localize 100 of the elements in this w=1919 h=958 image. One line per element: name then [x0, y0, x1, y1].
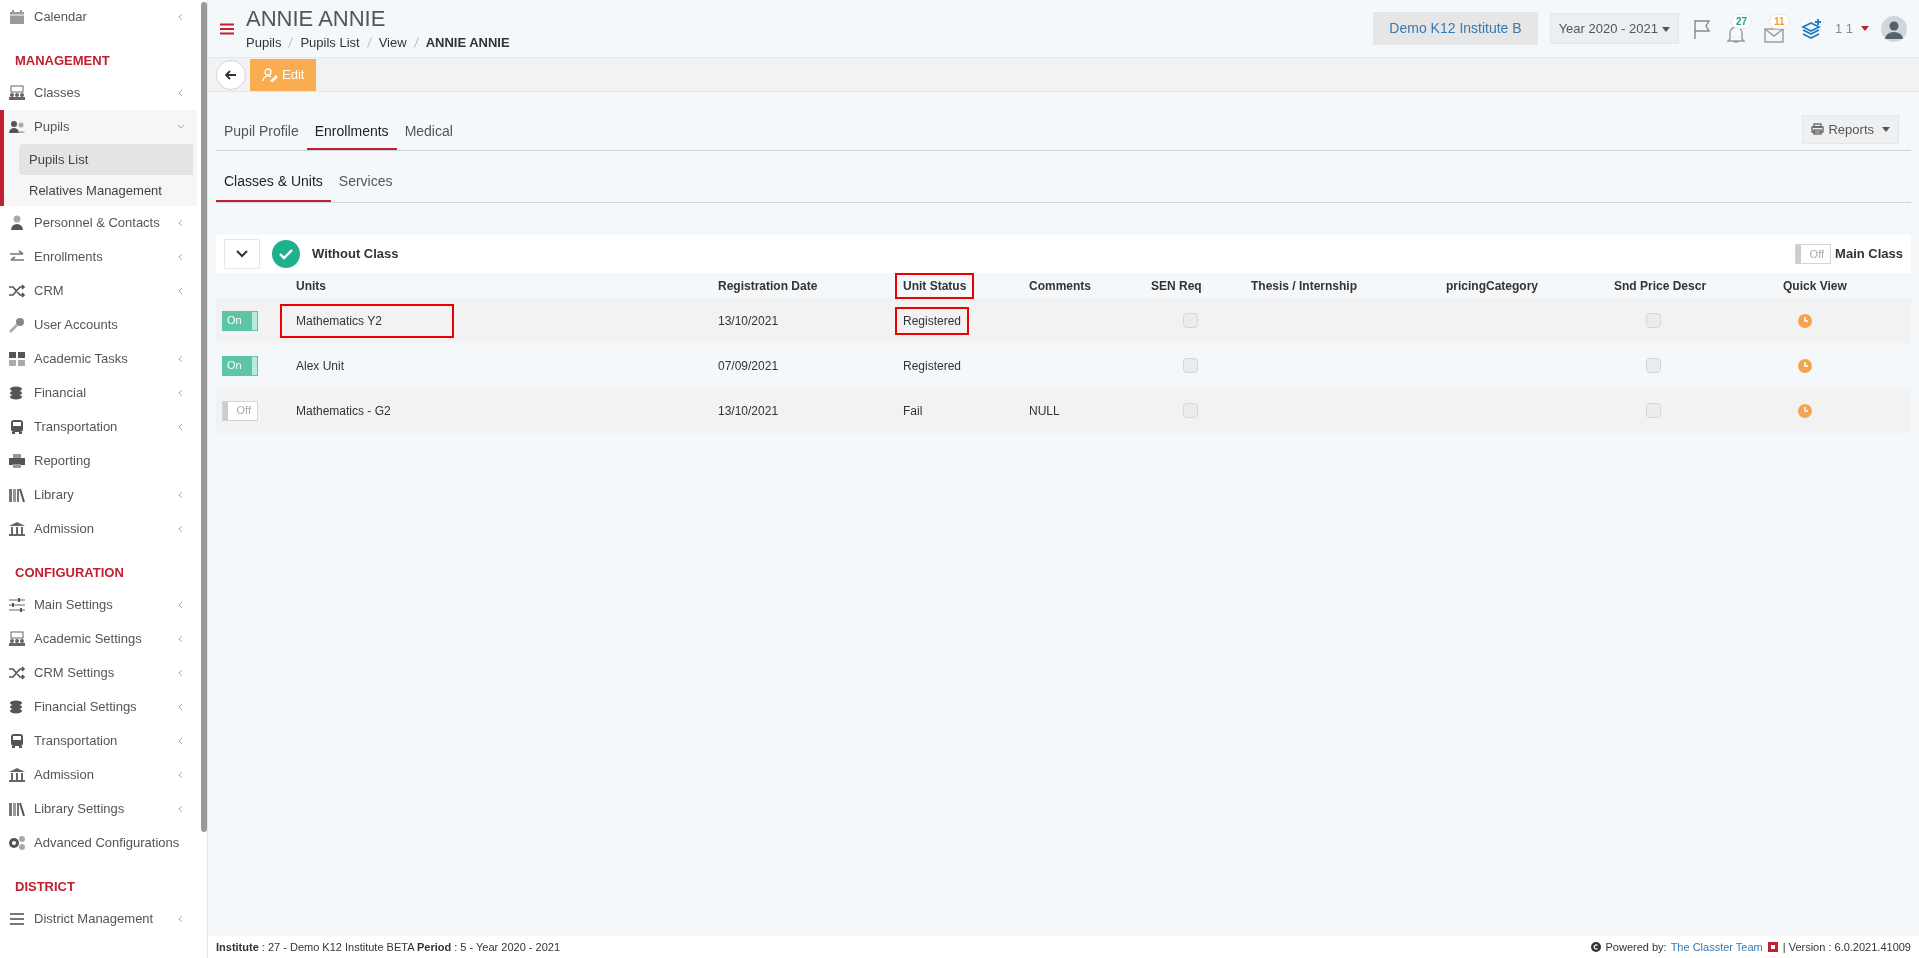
- sidebar-item[interactable]: Enrollments: [4, 240, 197, 274]
- grid-icon: [8, 350, 26, 368]
- caret-icon: [1882, 126, 1890, 132]
- checkbox[interactable]: [1183, 358, 1198, 373]
- user-avatar[interactable]: [1881, 15, 1907, 42]
- column-header: Units: [296, 277, 326, 295]
- column-header: Quick View: [1783, 277, 1847, 295]
- sidebar-item[interactable]: Academic Tasks: [4, 342, 197, 376]
- column-header: Thesis / Internship: [1251, 277, 1358, 295]
- main-class-label: Main Class: [1835, 245, 1903, 264]
- table-cell-text: 13/10/2021: [718, 402, 780, 420]
- footer-info: Institute : 27 - Demo K12 Institute BETA Period : 5 - Year 2020 - 2021: [216, 939, 561, 955]
- bus-icon: [8, 418, 26, 436]
- menu-icon[interactable]: [220, 22, 234, 35]
- table-cell-text: 13/10/2021: [718, 312, 780, 330]
- sidebar-item[interactable]: Main Settings: [4, 588, 197, 622]
- column-header: Registration Date: [718, 277, 818, 295]
- breadcrumb-separator: [413, 36, 419, 48]
- institute-button[interactable]: Demo K12 Institute B: [1373, 12, 1538, 45]
- checkbox[interactable]: [1183, 403, 1198, 418]
- clock-icon[interactable]: [1798, 358, 1812, 373]
- layers-plus-icon[interactable]: [1800, 17, 1823, 40]
- checkbox[interactable]: [1646, 358, 1661, 373]
- sliders-icon: [8, 596, 26, 614]
- table-cell-text: Fail: [903, 402, 924, 420]
- check-circle-icon: [272, 240, 300, 268]
- checkbox[interactable]: [1646, 313, 1661, 328]
- sidebar-item[interactable]: Transportation: [4, 410, 197, 444]
- sidebar-item[interactable]: Library: [4, 478, 197, 512]
- table-cell-text: NULL: [1029, 402, 1061, 420]
- section-heading: CONFIGURATION: [14, 563, 125, 582]
- checkbox[interactable]: [1646, 403, 1661, 418]
- bank-icon: [8, 520, 26, 538]
- breadcrumb-item[interactable]: View: [378, 32, 407, 52]
- sidebar-item[interactable]: Admission: [4, 758, 197, 792]
- table-cell-text: 07/09/2021: [718, 357, 780, 375]
- submenu-item[interactable]: Relatives Management: [19, 175, 193, 206]
- sidebar-item[interactable]: Library Settings: [4, 792, 197, 826]
- breadcrumb-item[interactable]: Pupils List: [300, 32, 360, 52]
- subtab[interactable]: Services: [330, 163, 401, 202]
- table-cell-text: Mathematics - G2: [296, 402, 392, 420]
- user-edit-icon: [262, 67, 278, 82]
- users-icon: [8, 118, 26, 136]
- column-header: Unit Status: [897, 274, 973, 297]
- year-dropdown[interactable]: Year 2020 - 2021: [1549, 12, 1679, 45]
- breadcrumb-separator: [366, 36, 372, 48]
- sidebar-item[interactable]: Reporting: [4, 444, 197, 478]
- group-title: Without Class: [312, 245, 399, 264]
- bus-icon: [8, 732, 26, 750]
- shuffle-icon: [8, 664, 26, 682]
- chevron-down-icon: [236, 250, 248, 258]
- printer-icon: [1811, 123, 1825, 136]
- user-icon: [8, 214, 26, 232]
- clock-icon[interactable]: [1798, 313, 1812, 328]
- table-cell: Mathematics Y2: [282, 305, 452, 336]
- version-text: | Version : 6.0.2021.41009: [1782, 939, 1911, 955]
- calendar-icon: [8, 8, 26, 26]
- caret-icon: [1661, 26, 1670, 32]
- sidebar-item[interactable]: Financial: [4, 376, 197, 410]
- sidebar-item[interactable]: CRM: [4, 274, 197, 308]
- books-icon: [8, 486, 26, 504]
- tab[interactable]: Pupil Profile: [216, 121, 307, 150]
- sidebar-item[interactable]: Financial Settings: [4, 690, 197, 724]
- tab[interactable]: Medical: [396, 121, 461, 150]
- breadcrumb-item: ANNIE ANNIE: [425, 33, 510, 52]
- sidebar-item[interactable]: Pupils: [4, 110, 197, 144]
- sidebar-item[interactable]: User Accounts: [4, 308, 197, 342]
- sidebar-item[interactable]: Advanced Configurations: [4, 826, 197, 860]
- tab[interactable]: Enrollments: [306, 121, 397, 150]
- page-title: ANNIE ANNIE: [246, 5, 387, 33]
- sidebar-item[interactable]: Admission: [4, 512, 197, 546]
- printer-icon: [8, 452, 26, 470]
- bank-icon: [8, 766, 26, 784]
- message-count: 11: [1768, 13, 1790, 29]
- collapse-button[interactable]: [224, 239, 260, 269]
- arrow-left-icon: [225, 69, 237, 80]
- table-cell: Registered: [897, 308, 968, 333]
- list-icon: [8, 910, 26, 928]
- section-heading: MANAGEMENT: [14, 51, 111, 70]
- sidebar-item[interactable]: Personnel & Contacts: [4, 206, 197, 240]
- caret-icon: [1861, 26, 1869, 31]
- column-header: pricingCategory: [1446, 277, 1538, 295]
- sidebar-item[interactable]: Academic Settings: [4, 622, 197, 656]
- sidebar-item[interactable]: Classes: [4, 76, 197, 110]
- submenu-item[interactable]: Pupils List: [19, 144, 193, 175]
- team-link[interactable]: The Classter Team: [1670, 938, 1763, 956]
- back-button[interactable]: [216, 59, 246, 90]
- reports-dropdown[interactable]: Reports: [1802, 114, 1899, 144]
- sidebar-item[interactable]: Transportation: [4, 724, 197, 758]
- envelope-icon[interactable]: [1762, 25, 1785, 44]
- sidebar-item[interactable]: Calendar: [4, 0, 197, 34]
- sidebar-item[interactable]: CRM Settings: [4, 656, 197, 690]
- clock-icon[interactable]: [1798, 403, 1812, 418]
- checkbox[interactable]: [1183, 313, 1198, 328]
- books-icon: [8, 800, 26, 818]
- breadcrumb-item[interactable]: Pupils: [246, 32, 282, 52]
- column-header: SEN Req: [1151, 277, 1202, 295]
- sidebar-item[interactable]: District Management: [4, 902, 197, 936]
- table-cell-text: Alex Unit: [296, 357, 346, 375]
- subtab[interactable]: Classes & Units: [216, 163, 331, 202]
